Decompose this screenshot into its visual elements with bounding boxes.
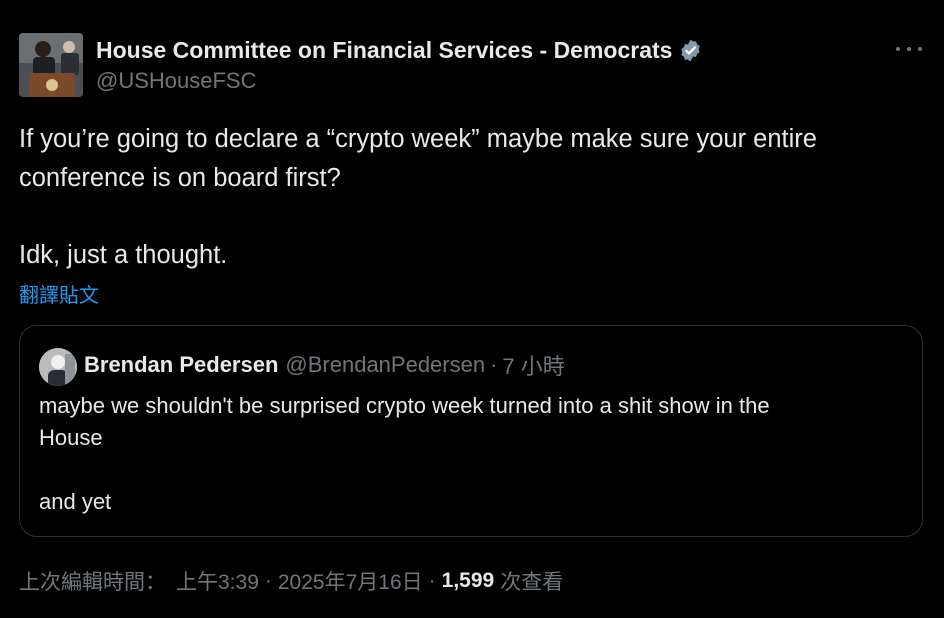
views-label: 次查看 (500, 571, 564, 594)
ellipsis-icon (896, 47, 900, 51)
separator-dot: · (490, 352, 498, 377)
separator-dot: · (264, 569, 272, 592)
quoted-text: maybe we shouldn't be surprised crypto w… (39, 393, 770, 514)
quoted-tweet[interactable]: Brendan Pedersen @BrendanPedersen · 7 小時… (19, 325, 923, 537)
translate-post-link[interactable]: 翻譯貼文 (19, 279, 99, 308)
tweet-meta: 上次編輯時間： 上午3:39 · 2025年7月16日 · 1,599 次查看 (19, 566, 563, 596)
verified-badge-icon[interactable] (678, 38, 703, 63)
quoted-author-handle[interactable]: @BrendanPedersen (285, 352, 485, 378)
quoted-author-avatar[interactable] (39, 348, 77, 386)
author-display-name[interactable]: House Committee on Financial Services - … (96, 37, 672, 64)
author-avatar[interactable] (19, 33, 83, 97)
tweet-text: If you’re going to declare a “crypto wee… (19, 125, 817, 269)
last-edited-label[interactable]: 上次編輯時間： (19, 566, 166, 596)
views-count[interactable]: 1,599 (442, 569, 495, 593)
quoted-author-name[interactable]: Brendan Pedersen (84, 352, 278, 378)
author-info: House Committee on Financial Services - … (96, 34, 703, 94)
separator-dot: · (428, 569, 436, 592)
quoted-timestamp[interactable]: 7 小時 (502, 349, 564, 381)
post-date[interactable]: 2025年7月16日 (278, 566, 423, 596)
tweet: House Committee on Financial Services - … (0, 0, 944, 618)
post-time[interactable]: 上午3:39 (176, 566, 259, 596)
more-options-button[interactable] (896, 42, 922, 56)
display-name-row: House Committee on Financial Services - … (96, 34, 703, 66)
author-handle[interactable]: @USHouseFSC (96, 68, 703, 94)
quoted-header: Brendan Pedersen @BrendanPedersen · 7 小時 (84, 350, 565, 380)
